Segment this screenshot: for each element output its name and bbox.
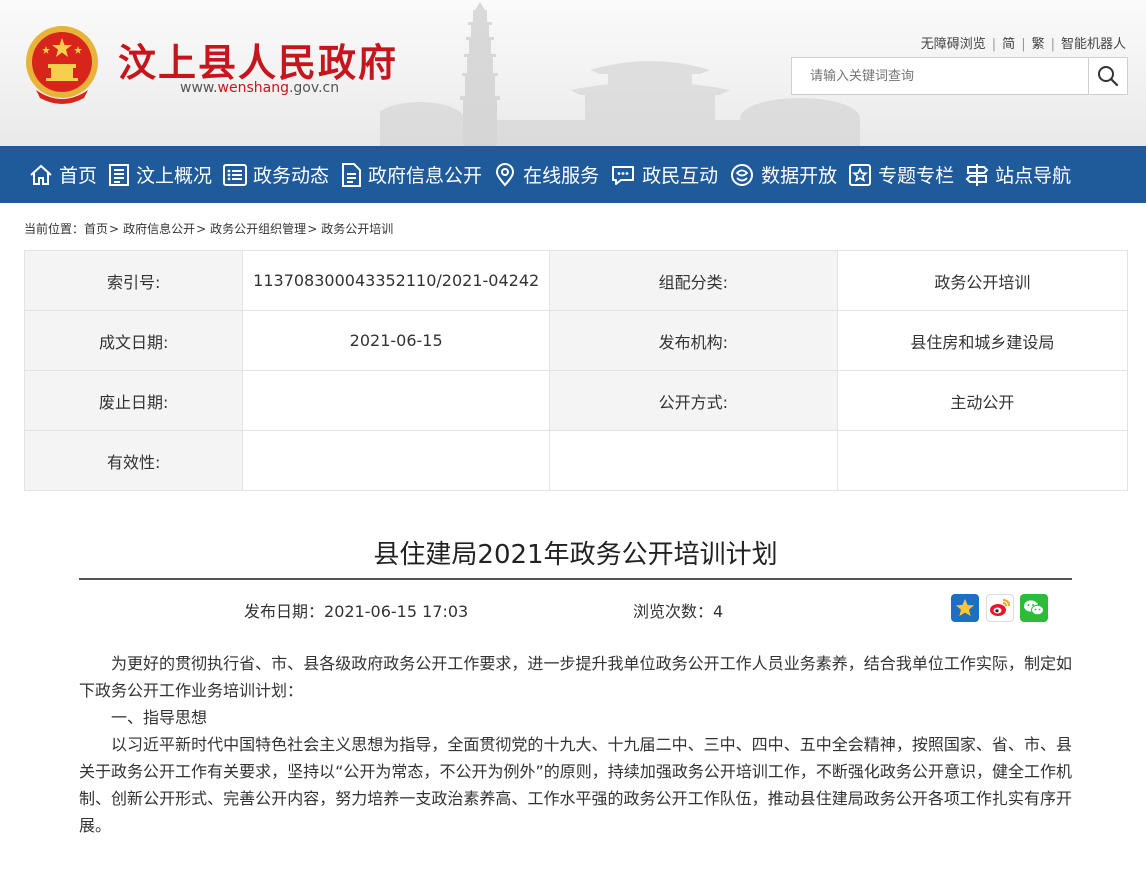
- domain-highlight: wenshang: [217, 80, 289, 96]
- article-body: 为更好的贯彻执行省、市、县各级政府政务公开工作要求，进一步提升我单位政务公开工作…: [79, 650, 1072, 839]
- breadcrumb-home[interactable]: 首页: [84, 222, 108, 236]
- empty-cell: [548, 430, 838, 491]
- nav-label: 在线服务: [523, 165, 600, 187]
- accessibility-link[interactable]: 无障碍浏览: [921, 37, 986, 52]
- data-icon: [731, 163, 754, 186]
- nav-item-site-map[interactable]: 站点导航: [964, 161, 1071, 188]
- search-box: [791, 57, 1128, 95]
- divider: |: [991, 37, 997, 52]
- category-label: 组配分类:: [548, 250, 838, 311]
- domain-suffix: .gov.cn: [288, 80, 340, 96]
- wechat-icon: [1024, 600, 1044, 616]
- simplified-chinese-link[interactable]: 简: [1002, 37, 1015, 52]
- breadcrumb-label: 当前位置：: [24, 222, 85, 236]
- traditional-chinese-link[interactable]: 繁: [1032, 37, 1045, 52]
- nav-label: 政府信息公开: [368, 165, 483, 187]
- file-icon: [342, 162, 362, 187]
- index-number-label: 索引号:: [23, 250, 244, 311]
- site-title[interactable]: 汶上县人民政府: [118, 32, 398, 87]
- breadcrumb-separator: >: [307, 222, 318, 236]
- divider: |: [1050, 37, 1055, 52]
- main-nav: 首页 汶上概况 政务动态 政府信息公开 在线服务 政民互动 数据开放 专题专栏 …: [0, 146, 1146, 203]
- title-divider: [79, 578, 1072, 580]
- view-count-label: 浏览次数：: [633, 602, 714, 621]
- abolish-date-label: 废止日期:: [23, 370, 244, 431]
- nav-label: 数据开放: [761, 165, 838, 187]
- nav-item-interaction[interactable]: 政民互动: [609, 161, 718, 188]
- article-title: 县住建局2021年政务公开培训计划: [373, 540, 778, 570]
- document-info-table: 索引号: 113708300043352110/2021-04242 组配分类:…: [23, 250, 1129, 491]
- publish-date-value: 2021-06-15 17:03: [324, 602, 469, 621]
- article-paragraph: 为更好的贯彻执行省、市、县各级政府政务公开工作要求，进一步提升我单位政务公开工作…: [79, 654, 1072, 700]
- breadcrumb-info-disclosure[interactable]: 政府信息公开: [123, 222, 195, 236]
- breadcrumb: 当前位置：首页> 政府信息公开> 政务公开组织管理> 政务公开培训: [24, 220, 393, 237]
- breadcrumb-separator: >: [109, 222, 120, 236]
- index-number-value: 113708300043352110/2021-04242: [242, 250, 550, 311]
- domain-prefix: www.: [180, 80, 218, 96]
- publish-date-label: 发布日期：: [244, 602, 325, 621]
- share-wechat-button[interactable]: [1020, 594, 1048, 622]
- site-header: 汶上县人民政府 www.wenshang.gov.cn 无障碍浏览 | 简 | 繁 | 智能…: [0, 0, 1146, 146]
- search-icon: [1098, 66, 1119, 87]
- list-icon: [223, 163, 248, 186]
- nav-item-home[interactable]: 首页: [28, 161, 97, 188]
- nav-label: 政务动态: [253, 165, 330, 187]
- nav-label: 首页: [59, 165, 98, 187]
- weibo-icon: [990, 599, 1010, 616]
- empty-cell: [836, 430, 1129, 491]
- location-icon: [496, 162, 515, 187]
- abolish-date-value: [242, 370, 550, 431]
- written-date-value: 2021-06-15: [242, 310, 550, 371]
- national-emblem-logo: [26, 26, 98, 104]
- signpost-icon: [965, 163, 989, 186]
- view-count-value: 4: [713, 602, 724, 621]
- breadcrumb-training[interactable]: 政务公开培训: [321, 222, 393, 236]
- table-row: 废止日期: 公开方式: 主动公开: [23, 370, 1129, 431]
- nav-item-online-service[interactable]: 在线服务: [492, 161, 599, 188]
- nav-item-overview[interactable]: 汶上概况: [107, 161, 212, 188]
- search-button[interactable]: [1088, 58, 1127, 94]
- divider: |: [1021, 37, 1026, 52]
- validity-value: [242, 430, 550, 491]
- table-row: 成文日期: 2021-06-15 发布机构: 县住房和城乡建设局: [23, 310, 1129, 371]
- smart-robot-link[interactable]: 智能机器人: [1061, 37, 1126, 52]
- written-date-label: 成文日期:: [23, 310, 244, 371]
- section-heading: 一、指导思想: [111, 708, 208, 727]
- site-domain: www.wenshang.gov.cn: [180, 80, 339, 96]
- nav-label: 汶上概况: [136, 165, 213, 187]
- document-icon: [109, 163, 130, 186]
- chat-icon: [612, 165, 635, 185]
- category-value: 政务公开培训: [836, 250, 1129, 311]
- article-paragraph: 以习近平新时代中国特色社会主义思想为指导，全面贯彻党的十九大、十九届二中、三中、…: [79, 735, 1072, 835]
- nav-label: 政民互动: [642, 165, 719, 187]
- publish-date: 发布日期：2021-06-15 17:03: [244, 598, 468, 622]
- nav-label: 专题专栏: [878, 165, 955, 187]
- table-row: 索引号: 113708300043352110/2021-04242 组配分类:…: [23, 250, 1129, 311]
- nav-label: 站点导航: [995, 165, 1072, 187]
- disclosure-method-label: 公开方式:: [548, 370, 838, 431]
- publisher-value: 县住房和城乡建设局: [836, 310, 1129, 371]
- breadcrumb-org-management[interactable]: 政务公开组织管理: [210, 222, 306, 236]
- search-input[interactable]: [792, 58, 1089, 94]
- table-row: 有效性:: [23, 430, 1129, 491]
- nav-item-news[interactable]: 政务动态: [222, 161, 329, 188]
- nav-item-special-topics[interactable]: 专题专栏: [847, 161, 954, 188]
- publisher-label: 发布机构:: [548, 310, 838, 371]
- star-icon: [849, 163, 872, 186]
- nav-item-open-data[interactable]: 数据开放: [728, 161, 837, 188]
- disclosure-method-value: 主动公开: [836, 370, 1129, 431]
- pagoda-scenery-image: [380, 2, 860, 146]
- share-qzone-button[interactable]: [951, 594, 979, 622]
- nav-item-info-disclosure[interactable]: 政府信息公开: [339, 161, 482, 188]
- share-weibo-button[interactable]: [986, 594, 1014, 622]
- qzone-star-icon: [956, 599, 974, 616]
- top-links: 无障碍浏览 | 简 | 繁 | 智能机器人: [921, 33, 1126, 52]
- home-icon: [30, 164, 52, 185]
- validity-label: 有效性:: [23, 430, 244, 491]
- view-count: 浏览次数：4: [633, 598, 723, 622]
- breadcrumb-separator: >: [196, 222, 207, 236]
